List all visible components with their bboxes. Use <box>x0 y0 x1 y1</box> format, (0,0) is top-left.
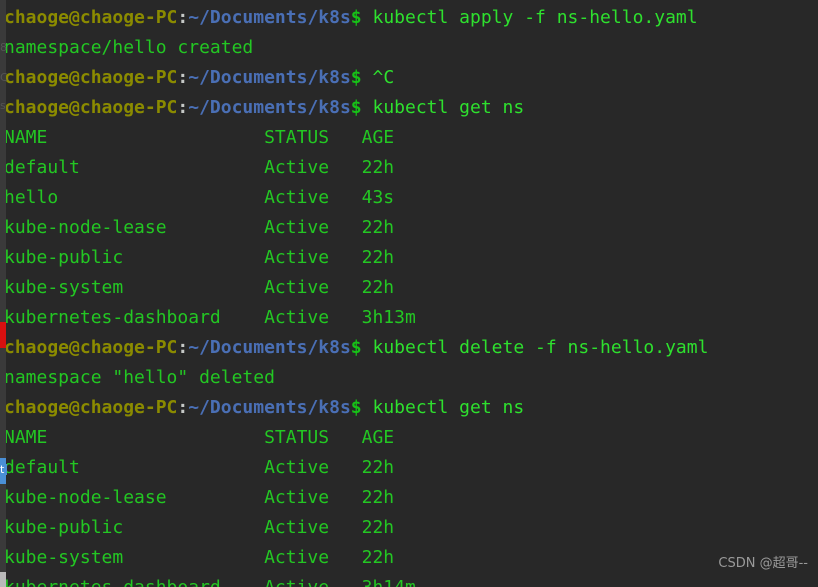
terminal-output-text: NAME STATUS AGE <box>4 127 395 148</box>
terminal-command: kubectl apply -f ns-hello.yaml <box>361 7 698 28</box>
terminal-prompt-line: chaoge@chaoge-PC:~/Documents/k8s$ ^C <box>0 63 818 93</box>
terminal-output-text: kube-system Active 22h <box>4 547 395 568</box>
prompt-separator: : <box>177 337 189 358</box>
terminal-output-text: kubernetes-dashboard Active 3h13m <box>4 307 416 328</box>
terminal-output-text: namespace "hello" deleted <box>4 367 275 388</box>
terminal-command: kubectl get ns <box>361 397 525 418</box>
prompt-separator: : <box>177 67 189 88</box>
terminal-output-line: hello Active 43s <box>0 183 818 213</box>
background-window-artifact: s <box>0 100 6 111</box>
prompt-user-host: chaoge@chaoge-PC <box>4 397 178 418</box>
prompt-user-host: chaoge@chaoge-PC <box>4 97 178 118</box>
terminal-output-text: default Active 22h <box>4 457 395 478</box>
background-window-artifact: C <box>0 72 7 83</box>
terminal-prompt-line: chaoge@chaoge-PC:~/Documents/k8s$ kubect… <box>0 93 818 123</box>
terminal-output-text: kubernetes-dashboard Active 3h14m <box>4 577 416 587</box>
terminal-output-text: NAME STATUS AGE <box>4 427 395 448</box>
terminal-command: kubectl get ns <box>361 97 525 118</box>
terminal-command: ^C <box>361 67 395 88</box>
terminal-output-line: NAME STATUS AGE <box>0 123 818 153</box>
prompt-user-host: chaoge@chaoge-PC <box>4 67 178 88</box>
terminal-output-text: kube-node-lease Active 22h <box>4 217 395 238</box>
terminal-prompt-line: chaoge@chaoge-PC:~/Documents/k8s$ kubect… <box>0 333 818 363</box>
terminal-prompt-line: chaoge@chaoge-PC:~/Documents/k8s$ kubect… <box>0 393 818 423</box>
prompt-path: ~/Documents/k8s <box>188 7 351 28</box>
prompt-path: ~/Documents/k8s <box>188 337 351 358</box>
prompt-symbol: $ <box>350 97 362 118</box>
terminal-window[interactable]: chaoge@chaoge-PC:~/Documents/k8s$ kubect… <box>0 0 818 587</box>
terminal-output-text: namespace/hello created <box>4 37 254 58</box>
terminal-output-line: namespace "hello" deleted <box>0 363 818 393</box>
terminal-command: kubectl delete -f ns-hello.yaml <box>361 337 709 358</box>
prompt-symbol: $ <box>350 67 362 88</box>
scrollbar-thumb[interactable] <box>0 0 6 572</box>
background-window-artifact: 8 <box>0 42 7 53</box>
terminal-output-text: kube-public Active 22h <box>4 517 395 538</box>
prompt-symbol: $ <box>350 7 362 28</box>
terminal-output-text: kube-system Active 22h <box>4 277 395 298</box>
terminal-output-line: kube-node-lease Active 22h <box>0 213 818 243</box>
terminal-output-line: namespace/hello created <box>0 33 818 63</box>
prompt-path: ~/Documents/k8s <box>188 67 351 88</box>
prompt-symbol: $ <box>350 337 362 358</box>
prompt-symbol: $ <box>350 397 362 418</box>
terminal-prompt-line: chaoge@chaoge-PC:~/Documents/k8s$ kubect… <box>0 3 818 33</box>
prompt-separator: : <box>177 7 189 28</box>
terminal-output-line: default Active 22h <box>0 453 818 483</box>
prompt-separator: : <box>177 397 189 418</box>
terminal-output-text: hello Active 43s <box>4 187 395 208</box>
scrollbar-gutter[interactable] <box>0 0 6 587</box>
prompt-user-host: chaoge@chaoge-PC <box>4 337 178 358</box>
prompt-path: ~/Documents/k8s <box>188 397 351 418</box>
prompt-separator: : <box>177 97 189 118</box>
terminal-screen[interactable]: chaoge@chaoge-PC:~/Documents/k8s$ kubect… <box>0 0 818 587</box>
prompt-user-host: chaoge@chaoge-PC <box>4 7 178 28</box>
terminal-output-line: default Active 22h <box>0 153 818 183</box>
terminal-output-line: kubernetes-dashboard Active 3h14m <box>0 573 818 587</box>
background-window-artifact: t <box>0 464 7 475</box>
terminal-output-line: kube-system Active 22h <box>0 543 818 573</box>
scrollbar-marker <box>0 322 6 348</box>
terminal-output-line: kubernetes-dashboard Active 3h13m <box>0 303 818 333</box>
terminal-output-text: default Active 22h <box>4 157 395 178</box>
terminal-output-line: NAME STATUS AGE <box>0 423 818 453</box>
terminal-output-line: kube-public Active 22h <box>0 243 818 273</box>
prompt-path: ~/Documents/k8s <box>188 97 351 118</box>
terminal-output-line: kube-node-lease Active 22h <box>0 483 818 513</box>
csdn-watermark: CSDN @超哥-- <box>718 556 808 571</box>
terminal-output-text: kube-node-lease Active 22h <box>4 487 395 508</box>
terminal-output-line: kube-public Active 22h <box>0 513 818 543</box>
terminal-output-text: kube-public Active 22h <box>4 247 395 268</box>
terminal-output-line: kube-system Active 22h <box>0 273 818 303</box>
